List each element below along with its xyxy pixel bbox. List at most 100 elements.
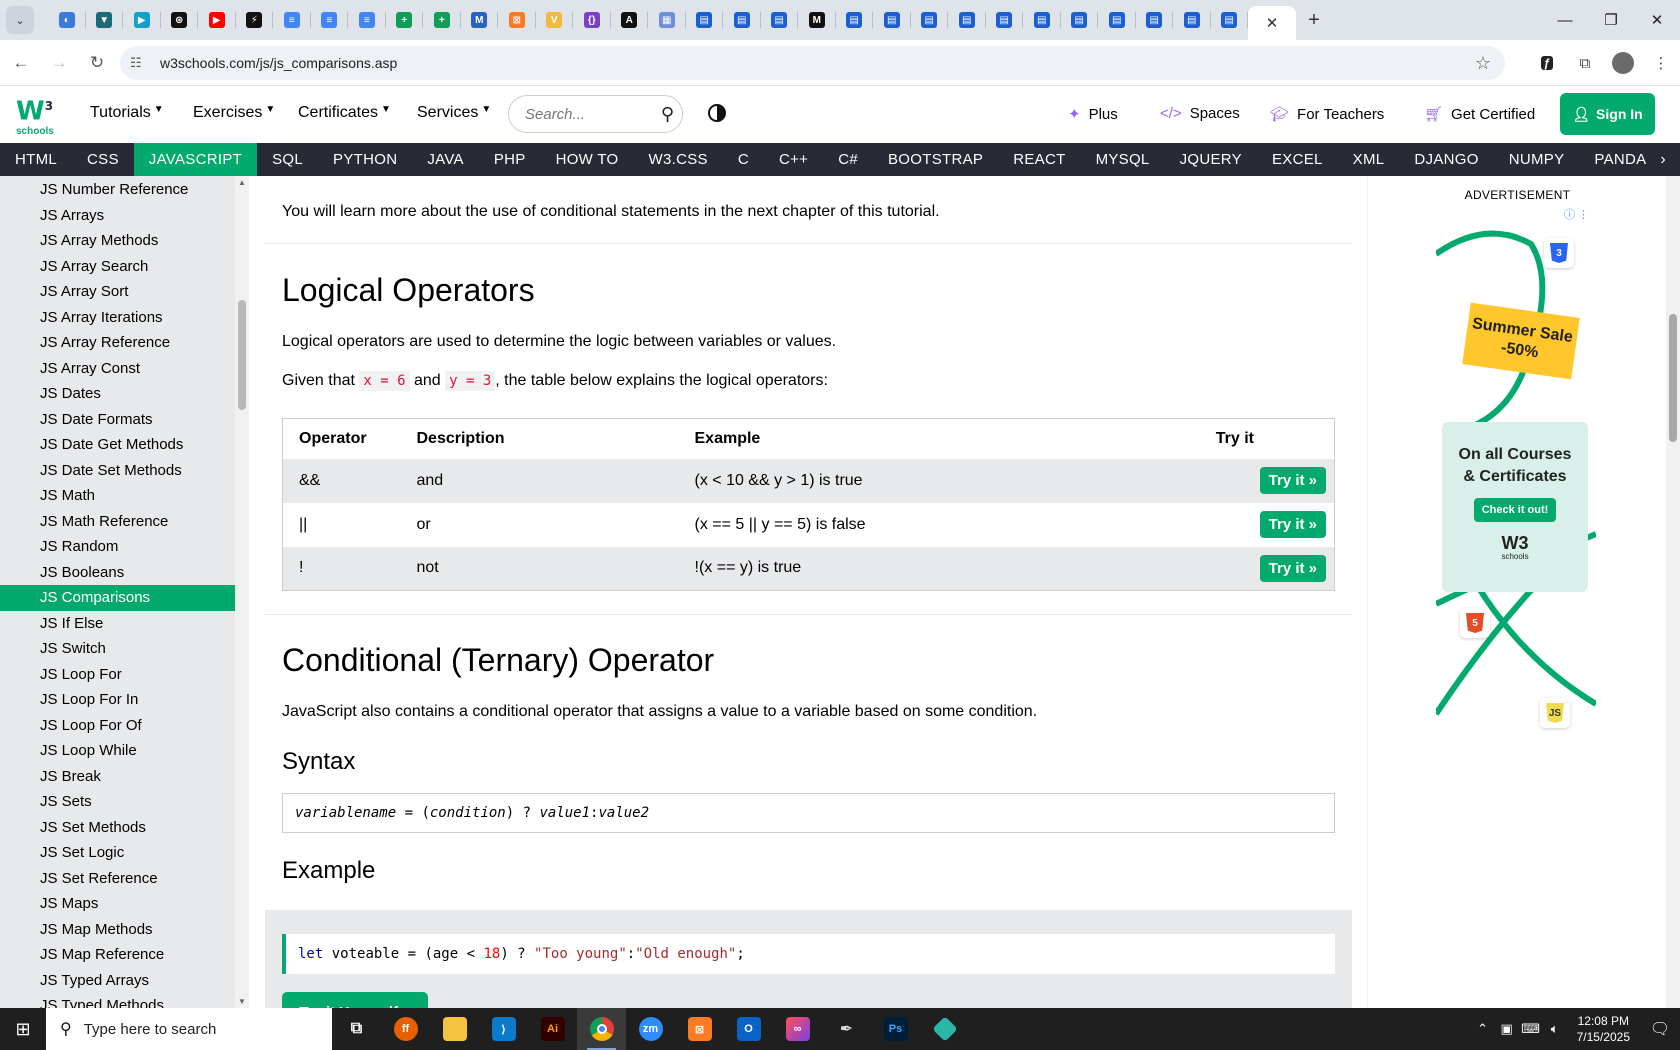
search-icon[interactable]: ⚲ (661, 104, 674, 125)
page-scrollbar[interactable] (1666, 176, 1680, 1008)
nav-item-c-[interactable]: C++ (764, 143, 823, 176)
sidebar-item-js-array-const[interactable]: JS Array Const (0, 356, 235, 382)
browser-tab[interactable]: ▤ (723, 0, 761, 40)
browser-tab[interactable]: ▤ (873, 0, 911, 40)
plus-link[interactable]: ✦ Plus (1068, 105, 1118, 124)
sidebar-item-js-array-reference[interactable]: JS Array Reference (0, 330, 235, 356)
menu-certificates[interactable]: Certificates ▼ (298, 104, 391, 122)
browser-tab[interactable]: ▤ (1023, 0, 1061, 40)
scroll-down-arrow-icon[interactable]: ▼ (238, 997, 246, 1006)
browser-tab[interactable]: ⊛ (161, 0, 199, 40)
browser-tab[interactable]: ▤ (911, 0, 949, 40)
sidebar-item-js-loop-while[interactable]: JS Loop While (0, 738, 235, 764)
new-tab-button[interactable]: + (1296, 0, 1332, 40)
browser-tab[interactable]: ▤ (1211, 0, 1249, 40)
browser-tab[interactable]: ▦ (648, 0, 686, 40)
browser-tab[interactable]: V (536, 0, 574, 40)
sidebar-item-js-typed-arrays[interactable]: JS Typed Arrays (0, 968, 235, 994)
spaces-link[interactable]: </> Spaces (1160, 105, 1240, 122)
active-tab-close-button[interactable]: ✕ (1248, 6, 1296, 40)
sidebar-item-js-array-methods[interactable]: JS Array Methods (0, 228, 235, 254)
sidebar-item-js-set-logic[interactable]: JS Set Logic (0, 840, 235, 866)
for-teachers-link[interactable]: 🎓︎ For Teachers (1270, 105, 1384, 124)
browser-tab[interactable]: ≡ (273, 0, 311, 40)
browser-tab[interactable]: ≡ (311, 0, 349, 40)
sidebar-item-js-sets[interactable]: JS Sets (0, 789, 235, 815)
browser-tab[interactable]: ▤ (761, 0, 799, 40)
sidebar-item-js-typed-methods[interactable]: JS Typed Methods (0, 993, 235, 1008)
sidebar-item-js-arrays[interactable]: JS Arrays (0, 203, 235, 229)
sidebar-item-js-math-reference[interactable]: JS Math Reference (0, 509, 235, 535)
sidebar-item-js-dates[interactable]: JS Dates (0, 381, 235, 407)
browser-tab[interactable]: ▤ (948, 0, 986, 40)
browser-tab[interactable]: ▤ (836, 0, 874, 40)
illustrator-icon[interactable]: Ai (528, 1008, 577, 1050)
browser-tab[interactable]: ▤ (1136, 0, 1174, 40)
windows-start-icon[interactable]: ⊞ (0, 1008, 46, 1050)
taskbar-search-box[interactable]: ⚲ Type here to search (46, 1008, 332, 1050)
sidebar-item-js-loop-for[interactable]: JS Loop For (0, 662, 235, 688)
w3schools-logo[interactable]: W3 schools (16, 92, 60, 138)
sidebar-item-js-date-get-methods[interactable]: JS Date Get Methods (0, 432, 235, 458)
nav-item-sql[interactable]: SQL (257, 143, 318, 176)
get-certified-link[interactable]: 🛒︎ Get Certified (1424, 105, 1535, 124)
nav-item-jquery[interactable]: JQUERY (1165, 143, 1257, 176)
sidebar-item-js-map-reference[interactable]: JS Map Reference (0, 942, 235, 968)
restore-icon[interactable]: ❐ (1588, 0, 1634, 40)
page-scroll-thumb[interactable] (1669, 314, 1677, 442)
browser-tab[interactable]: ▶ (198, 0, 236, 40)
browser-tab[interactable]: ▼ (86, 0, 124, 40)
task-view-icon[interactable]: ⧉ (332, 1008, 381, 1050)
nav-item-c[interactable]: C (723, 143, 764, 176)
address-bar[interactable]: ☷ w3schools.com/js/js_comparisons.asp ☆ (120, 46, 1505, 80)
sidebar-item-js-array-iterations[interactable]: JS Array Iterations (0, 305, 235, 331)
menu-services[interactable]: Services ▼ (417, 104, 491, 122)
browser-tab[interactable]: + (386, 0, 424, 40)
nav-item-javascript[interactable]: JAVASCRIPT (133, 143, 258, 176)
browser-tab[interactable]: ▶ (123, 0, 161, 40)
theme-toggle-icon[interactable] (708, 104, 726, 122)
ad-info-icon[interactable]: ⓘ ⋮ (1564, 206, 1589, 222)
sidebar-item-js-date-formats[interactable]: JS Date Formats (0, 407, 235, 433)
sidebar-item-js-break[interactable]: JS Break (0, 764, 235, 790)
sidebar-item-js-booleans[interactable]: JS Booleans (0, 560, 235, 586)
browser-tab[interactable]: ▤ (1061, 0, 1099, 40)
sidebar-item-js-set-methods[interactable]: JS Set Methods (0, 815, 235, 841)
sidebar-item-js-array-sort[interactable]: JS Array Sort (0, 279, 235, 305)
volume-icon[interactable]: 🔈︎ (1543, 1021, 1567, 1037)
sidebar-item-js-set-reference[interactable]: JS Set Reference (0, 866, 235, 892)
site-search-input[interactable]: Search... ⚲ (508, 95, 683, 133)
tab-search-chevron-icon[interactable]: ⌄ (6, 6, 34, 34)
tray-app-icon[interactable]: ▣ (1495, 1021, 1519, 1037)
browser-tab[interactable]: M (461, 0, 499, 40)
nav-item-react[interactable]: REACT (998, 143, 1080, 176)
pen-tool-icon[interactable]: ✒ (822, 1008, 871, 1050)
menu-exercises[interactable]: Exercises ▼ (193, 104, 275, 122)
site-info-icon[interactable]: ☷ (130, 55, 160, 71)
extensions-puzzle-icon[interactable]: ⧉ (1566, 46, 1604, 80)
zoom-icon[interactable]: zm (626, 1008, 675, 1050)
sidebar-item-js-date-set-methods[interactable]: JS Date Set Methods (0, 458, 235, 484)
browser-tab[interactable]: + (423, 0, 461, 40)
nav-item-java[interactable]: JAVA (412, 143, 479, 176)
nav-item-w3-css[interactable]: W3.CSS (634, 143, 723, 176)
outlook-icon[interactable]: O (724, 1008, 773, 1050)
nav-item-bootstrap[interactable]: BOOTSTRAP (873, 143, 998, 176)
browser-tab[interactable]: {} (573, 0, 611, 40)
sign-in-button[interactable]: 👤︎ Sign In (1560, 93, 1655, 135)
browser-tab[interactable]: ▤ (686, 0, 724, 40)
sidebar-item-js-loop-for-in[interactable]: JS Loop For In (0, 687, 235, 713)
try-it-button[interactable]: Try it » (1259, 511, 1326, 538)
minimize-icon[interactable]: — (1542, 0, 1588, 40)
network-icon[interactable]: ⌨ (1519, 1021, 1543, 1037)
reload-icon[interactable]: ↻ (80, 46, 114, 80)
browser-tab[interactable]: M (798, 0, 836, 40)
bookmark-star-icon[interactable]: ☆ (1475, 53, 1491, 74)
sidebar-item-js-maps[interactable]: JS Maps (0, 891, 235, 917)
scroll-up-arrow-icon[interactable]: ▲ (238, 178, 246, 187)
sidebar-scroll-thumb[interactable] (238, 300, 246, 410)
browser-tab[interactable]: ⚡ (236, 0, 274, 40)
sidebar-item-js-map-methods[interactable]: JS Map Methods (0, 917, 235, 943)
nav-item-xml[interactable]: XML (1338, 143, 1400, 176)
nav-item-html[interactable]: HTML (0, 143, 72, 176)
